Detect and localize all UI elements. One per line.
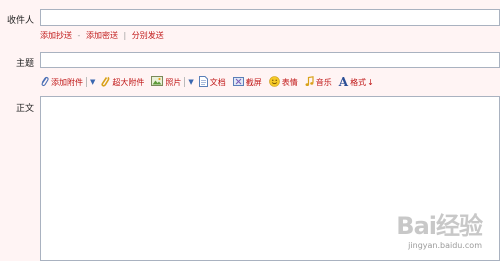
add-bcc-link[interactable]: 添加密送	[86, 31, 118, 40]
photo-dropdown-arrow[interactable]: ▼	[188, 78, 193, 86]
recipient-label: 收件人	[6, 16, 34, 26]
image-icon	[151, 76, 164, 88]
toolbar-divider	[86, 77, 87, 87]
large-attachment-button[interactable]: 超大附件	[100, 76, 144, 89]
emoticon-button[interactable]: 表情	[268, 75, 298, 89]
music-label: 音乐	[315, 77, 332, 87]
document-icon	[198, 75, 208, 89]
emoticon-label: 表情	[281, 77, 298, 87]
recipient-input[interactable]	[40, 9, 500, 26]
screenshot-label: 截屏	[245, 77, 262, 87]
separate-send-link[interactable]: 分别发送	[132, 31, 164, 40]
add-cc-link[interactable]: 添加抄送	[40, 31, 72, 40]
paperclip-large-icon	[100, 76, 110, 89]
compose-toolbar: 添加附件 ▼ 超大附件 照片 ▼ 文档 截屏 表情 音乐 A 格式 ↓	[40, 75, 381, 89]
photo-button[interactable]: 照片	[151, 76, 181, 88]
music-button[interactable]: 音乐	[305, 75, 332, 89]
format-label: 格式	[350, 77, 367, 87]
large-attachment-label: 超大附件	[112, 77, 145, 87]
paperclip-icon	[40, 76, 49, 89]
document-label: 文档	[209, 77, 226, 87]
screenshot-button[interactable]: 截屏	[232, 76, 262, 89]
subject-label: 主题	[15, 59, 34, 69]
link-separator-pipe: |	[123, 31, 127, 40]
recipient-links: 添加抄送 - 添加密送 | 分别发送	[40, 30, 164, 41]
body-label: 正文	[15, 104, 34, 114]
watermark-brand: Bai经验	[396, 212, 483, 240]
toolbar-divider	[184, 77, 186, 87]
document-button[interactable]: 文档	[198, 75, 226, 89]
watermark-url: jingyan.baidu.com	[408, 241, 482, 250]
add-attachment-label: 添加附件	[51, 77, 83, 87]
smiley-icon	[268, 75, 280, 89]
format-arrow-icon: ↓	[367, 77, 374, 87]
add-attachment-button[interactable]: 添加附件	[40, 76, 83, 89]
music-note-icon	[305, 75, 314, 89]
attachment-dropdown-arrow[interactable]: ▼	[90, 78, 95, 86]
photo-label: 照片	[165, 77, 182, 87]
baidu-jingyan-watermark: Bai经验 jingyan.baidu.com	[396, 206, 483, 250]
link-separator-dash: -	[77, 31, 81, 40]
subject-input[interactable]	[40, 52, 500, 68]
font-a-icon: A	[338, 75, 349, 89]
screenshot-icon	[232, 76, 244, 89]
format-button[interactable]: A 格式 ↓	[339, 75, 374, 89]
